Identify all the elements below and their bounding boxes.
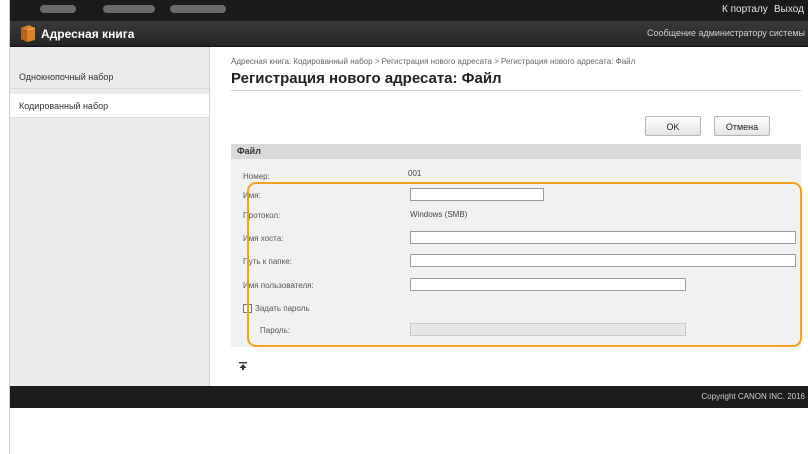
ok-button[interactable]: OK	[645, 116, 701, 136]
title-divider	[231, 90, 801, 91]
protocol-value: Windows (SMB)	[410, 210, 468, 219]
sidebar-item-label: Кодированный набор	[19, 101, 109, 111]
address-book-icon	[19, 24, 37, 48]
remote-ui-window: К порталу Выход Адресная книга Сообщение…	[10, 0, 808, 408]
device-info-blurred	[40, 5, 76, 13]
logout-link[interactable]: Выход	[774, 4, 804, 15]
app-title: Адресная книга	[41, 27, 135, 41]
page-title: Регистрация нового адресата: Файл	[231, 70, 502, 87]
breadcrumb: Адресная книга: Кодированный набор > Рег…	[231, 57, 636, 66]
sidebar-item-coded-dial[interactable]: Кодированный набор	[10, 94, 209, 118]
host-name-label: Имя хоста:	[243, 234, 284, 243]
name-label: Имя:	[243, 191, 261, 200]
password-input[interactable]	[410, 323, 686, 336]
main-content: Адресная книга: Кодированный набор > Рег…	[210, 47, 808, 386]
set-password-checkbox[interactable]	[243, 304, 252, 313]
cancel-button[interactable]: Отмена	[714, 116, 770, 136]
sidebar-item-label: Однокнопочный набор	[19, 72, 114, 82]
password-label: Пароль:	[260, 326, 290, 335]
sidebar: Однокнопочный набор Кодированный набор	[10, 47, 210, 386]
footer: Copyright CANON INC. 2016	[10, 386, 808, 408]
name-input[interactable]	[410, 188, 544, 201]
user-name-input[interactable]	[410, 278, 686, 291]
folder-path-label: Путь к папке:	[243, 257, 292, 266]
protocol-label: Протокол:	[243, 211, 281, 220]
set-password-label[interactable]: Задать пароль	[255, 304, 310, 313]
user-name-label: Имя пользователя:	[243, 281, 314, 290]
host-name-input[interactable]	[410, 231, 796, 244]
section-file-header: Файл	[231, 144, 801, 159]
device-info-blurred	[103, 5, 155, 13]
to-top-icon[interactable]	[239, 362, 247, 372]
folder-path-input[interactable]	[410, 254, 796, 267]
number-label: Номер:	[243, 172, 270, 181]
sidebar-item-one-touch[interactable]: Однокнопочный набор	[10, 65, 209, 89]
copyright-text: Copyright CANON INC. 2016	[701, 392, 805, 401]
app-header: Адресная книга Сообщение администратору …	[10, 21, 808, 47]
device-info-blurred	[170, 5, 226, 13]
number-value: 001	[408, 169, 422, 178]
portal-link[interactable]: К порталу	[722, 4, 768, 15]
top-bar: К порталу Выход	[10, 0, 808, 21]
admin-message-link[interactable]: Сообщение администратору системы	[647, 28, 805, 38]
